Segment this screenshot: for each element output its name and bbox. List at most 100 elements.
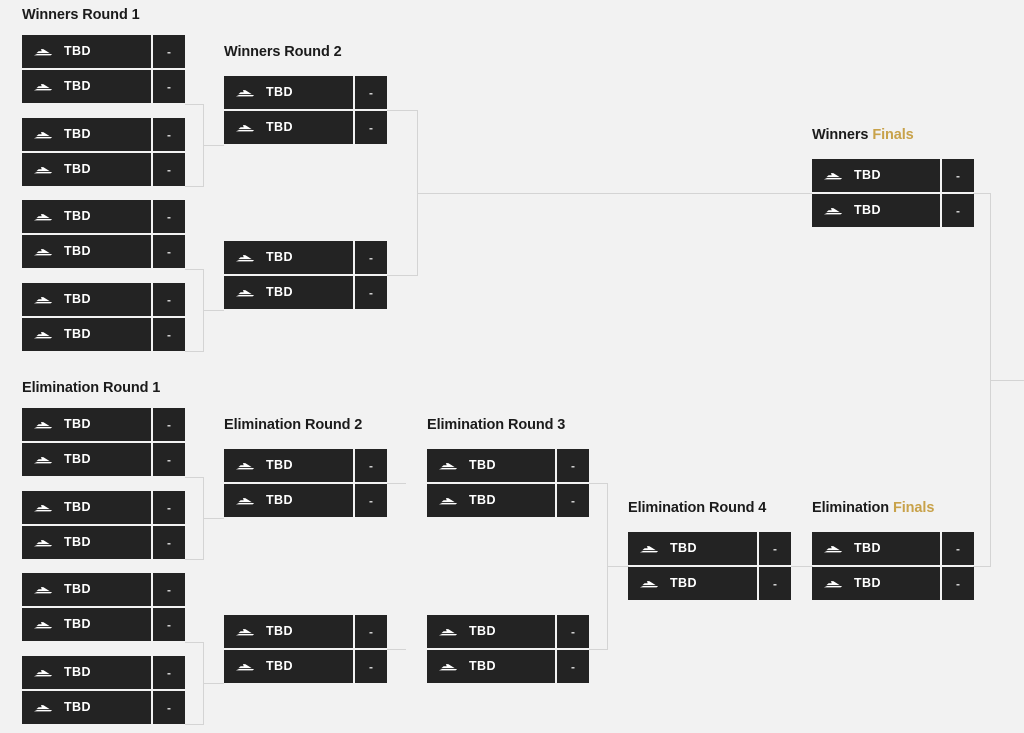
score-cell[interactable]: - (942, 159, 974, 192)
score-cell[interactable]: - (355, 276, 387, 309)
team-cell[interactable]: TBD (812, 532, 940, 565)
match-slot[interactable]: TBD - (22, 408, 185, 441)
team-cell[interactable]: TBD (22, 118, 151, 151)
score-cell[interactable]: - (153, 200, 185, 233)
match-slot[interactable]: TBD - (22, 35, 185, 68)
team-cell[interactable]: TBD (22, 491, 151, 524)
team-cell[interactable]: TBD (628, 567, 757, 600)
match-slot[interactable]: TBD - (812, 194, 974, 227)
match-er1-m3[interactable]: TBD - TBD - (22, 573, 185, 641)
match-slot[interactable]: TBD - (427, 650, 589, 683)
team-cell[interactable]: TBD (224, 484, 353, 517)
score-cell[interactable]: - (557, 484, 589, 517)
team-cell[interactable]: TBD (22, 691, 151, 724)
team-cell[interactable]: TBD (22, 526, 151, 559)
match-er4-m1[interactable]: TBD - TBD - (628, 532, 791, 600)
match-slot[interactable]: TBD - (628, 567, 791, 600)
team-cell[interactable]: TBD (224, 276, 353, 309)
match-slot[interactable]: TBD - (22, 318, 185, 351)
team-cell[interactable]: TBD (22, 573, 151, 606)
team-cell[interactable]: TBD (22, 200, 151, 233)
score-cell[interactable]: - (942, 532, 974, 565)
team-cell[interactable]: TBD (427, 484, 555, 517)
team-cell[interactable]: TBD (427, 650, 555, 683)
match-er2-m2[interactable]: TBD - TBD - (224, 615, 387, 683)
match-er2-m1[interactable]: TBD - TBD - (224, 449, 387, 517)
match-er3-m1[interactable]: TBD - TBD - (427, 449, 589, 517)
match-slot[interactable]: TBD - (22, 656, 185, 689)
team-cell[interactable]: TBD (224, 615, 353, 648)
team-cell[interactable]: TBD (22, 608, 151, 641)
team-cell[interactable]: TBD (224, 111, 353, 144)
score-cell[interactable]: - (153, 235, 185, 268)
match-slot[interactable]: TBD - (22, 235, 185, 268)
match-slot[interactable]: TBD - (224, 276, 387, 309)
score-cell[interactable]: - (153, 491, 185, 524)
score-cell[interactable]: - (759, 567, 791, 600)
score-cell[interactable]: - (153, 691, 185, 724)
team-cell[interactable]: TBD (22, 408, 151, 441)
score-cell[interactable]: - (153, 283, 185, 316)
score-cell[interactable]: - (153, 656, 185, 689)
match-slot[interactable]: TBD - (22, 573, 185, 606)
score-cell[interactable]: - (355, 111, 387, 144)
score-cell[interactable]: - (557, 615, 589, 648)
match-slot[interactable]: TBD - (22, 153, 185, 186)
match-wr2-m2[interactable]: TBD - TBD - (224, 241, 387, 309)
team-cell[interactable]: TBD (812, 567, 940, 600)
score-cell[interactable]: - (153, 408, 185, 441)
score-cell[interactable]: - (942, 194, 974, 227)
match-slot[interactable]: TBD - (22, 491, 185, 524)
match-wr1-m2[interactable]: TBD - TBD - (22, 118, 185, 186)
team-cell[interactable]: TBD (22, 318, 151, 351)
team-cell[interactable]: TBD (427, 615, 555, 648)
match-slot[interactable]: TBD - (22, 691, 185, 724)
score-cell[interactable]: - (153, 118, 185, 151)
score-cell[interactable]: - (355, 449, 387, 482)
match-slot[interactable]: TBD - (224, 650, 387, 683)
match-er1-m2[interactable]: TBD - TBD - (22, 491, 185, 559)
match-slot[interactable]: TBD - (22, 526, 185, 559)
score-cell[interactable]: - (355, 484, 387, 517)
match-slot[interactable]: TBD - (22, 118, 185, 151)
match-slot[interactable]: TBD - (224, 484, 387, 517)
team-cell[interactable]: TBD (22, 153, 151, 186)
score-cell[interactable]: - (153, 35, 185, 68)
score-cell[interactable]: - (153, 443, 185, 476)
score-cell[interactable]: - (153, 573, 185, 606)
match-slot[interactable]: TBD - (22, 200, 185, 233)
match-slot[interactable]: TBD - (628, 532, 791, 565)
score-cell[interactable]: - (759, 532, 791, 565)
match-slot[interactable]: TBD - (224, 449, 387, 482)
team-cell[interactable]: TBD (224, 76, 353, 109)
score-cell[interactable]: - (557, 650, 589, 683)
score-cell[interactable]: - (355, 615, 387, 648)
match-slot[interactable]: TBD - (812, 567, 974, 600)
match-wr2-m1[interactable]: TBD - TBD - (224, 76, 387, 144)
team-cell[interactable]: TBD (224, 650, 353, 683)
match-ef-m1[interactable]: TBD - TBD - (812, 532, 974, 600)
team-cell[interactable]: TBD (812, 194, 940, 227)
match-slot[interactable]: TBD - (22, 70, 185, 103)
match-slot[interactable]: TBD - (224, 111, 387, 144)
team-cell[interactable]: TBD (22, 70, 151, 103)
score-cell[interactable]: - (557, 449, 589, 482)
match-slot[interactable]: TBD - (224, 76, 387, 109)
match-slot[interactable]: TBD - (427, 484, 589, 517)
match-slot[interactable]: TBD - (427, 449, 589, 482)
match-wr1-m3[interactable]: TBD - TBD - (22, 200, 185, 268)
score-cell[interactable]: - (153, 153, 185, 186)
team-cell[interactable]: TBD (812, 159, 940, 192)
score-cell[interactable]: - (153, 526, 185, 559)
match-wf-m1[interactable]: TBD - TBD - (812, 159, 974, 227)
team-cell[interactable]: TBD (224, 241, 353, 274)
score-cell[interactable]: - (153, 70, 185, 103)
team-cell[interactable]: TBD (22, 443, 151, 476)
match-er1-m1[interactable]: TBD - TBD - (22, 408, 185, 476)
match-slot[interactable]: TBD - (812, 532, 974, 565)
score-cell[interactable]: - (355, 241, 387, 274)
team-cell[interactable]: TBD (224, 449, 353, 482)
match-wr1-m1[interactable]: TBD - TBD - (22, 35, 185, 103)
team-cell[interactable]: TBD (628, 532, 757, 565)
match-slot[interactable]: TBD - (224, 615, 387, 648)
